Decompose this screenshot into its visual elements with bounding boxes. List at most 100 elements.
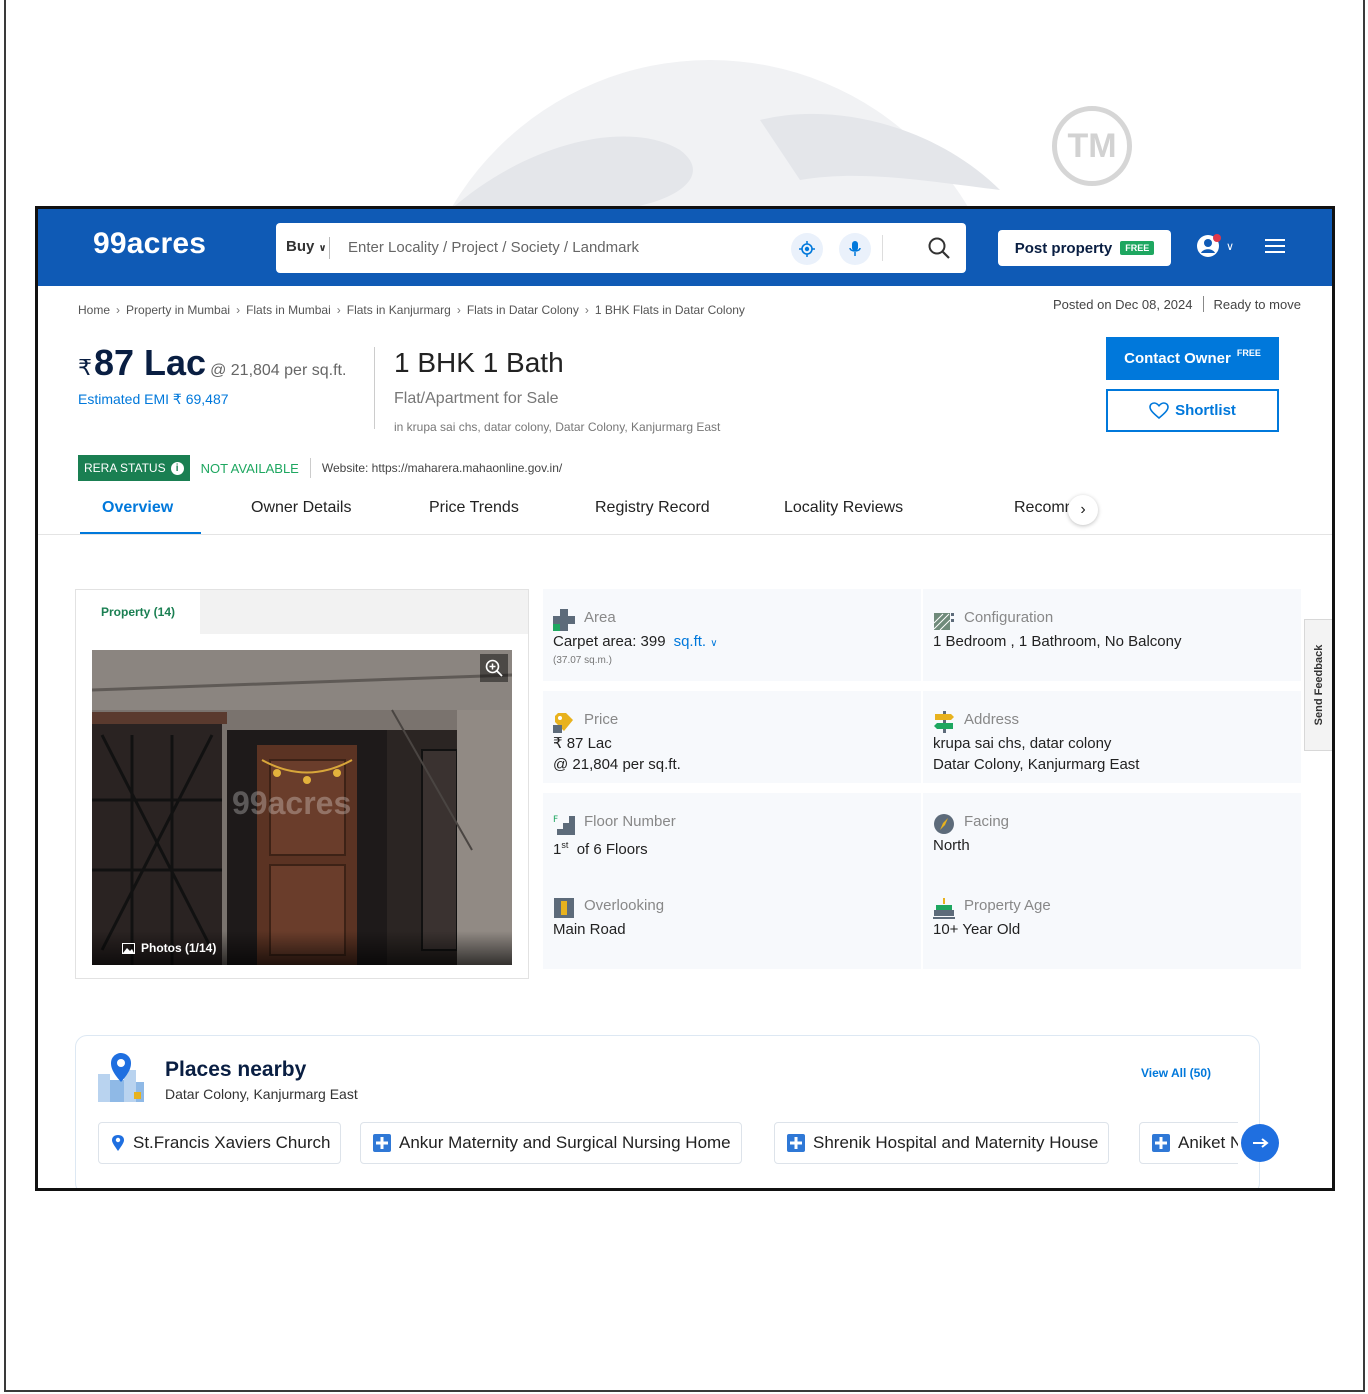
buy-label: Buy <box>286 238 315 255</box>
places-chip-list: St.Francis Xaviers Church Ankur Maternit… <box>98 1122 1238 1166</box>
browser-frame: 99acres Buy ∨ Enter Locality / Project /… <box>35 206 1335 1191</box>
floor-value-block: 1st of 6 Floors <box>553 835 648 860</box>
price-tag-icon <box>553 713 573 733</box>
breadcrumb-link[interactable]: Home <box>78 303 110 317</box>
tab-registry-record[interactable]: Registry Record <box>595 499 710 517</box>
area-unit-dropdown[interactable]: sq.ft. ∨ <box>674 633 718 650</box>
hamburger-menu-icon[interactable] <box>1263 236 1287 260</box>
address-line-2: Datar Colony, Kanjurmarg East <box>933 756 1140 773</box>
property-type: Flat/Apartment for Sale <box>394 390 559 407</box>
microphone-icon <box>849 241 861 256</box>
tabs-next-button[interactable]: › <box>1068 495 1098 525</box>
total-floors: of 6 Floors <box>576 841 648 858</box>
tab-price-trends[interactable]: Price Trends <box>429 499 519 517</box>
tab-property-photos[interactable]: Property (14) <box>76 590 200 634</box>
buy-dropdown[interactable]: Buy ∨ <box>286 238 327 255</box>
signpost-icon <box>934 711 954 733</box>
photo-count-label: Photos (1/14) <box>141 941 217 955</box>
tab-owner-details[interactable]: Owner Details <box>251 499 351 517</box>
breadcrumb-current: 1 BHK Flats in Datar Colony <box>594 303 745 317</box>
search-button[interactable] <box>924 233 954 263</box>
price-per-sqft: @ 21,804 per sq.ft. <box>210 362 347 379</box>
price-per-sqft-detail: @ 21,804 per sq.ft. <box>553 756 681 773</box>
detail-property-age: Property Age 10+ Year Old <box>923 877 1301 969</box>
shortlist-button[interactable]: Shortlist <box>1106 389 1279 432</box>
divider <box>1202 296 1204 312</box>
rera-status-badge: RERA STATUS i <box>78 455 190 481</box>
breadcrumb-link[interactable]: Flats in Datar Colony <box>467 303 579 317</box>
search-icon <box>928 237 950 259</box>
breadcrumb-link[interactable]: Property in Mumbai <box>126 303 230 317</box>
price-block: ₹ 87 Lac @ 21,804 per sq.ft. <box>78 342 346 384</box>
photo-counter[interactable]: Photos (1/14) <box>92 931 512 965</box>
price-total: ₹ 87 Lac <box>553 735 612 752</box>
breadcrumb-link[interactable]: Flats in Mumbai <box>246 303 331 317</box>
address-line-1: krupa sai chs, datar colony <box>933 735 1112 752</box>
floor-ordinal: st <box>561 840 569 850</box>
send-feedback-button[interactable]: Send Feedback <box>1304 619 1332 751</box>
configuration-icon <box>933 613 954 631</box>
emi-link[interactable]: Estimated EMI ₹ 69,487 <box>78 391 229 408</box>
zoom-button[interactable] <box>480 654 508 682</box>
area-label: Area <box>584 609 616 626</box>
places-nearby-card: Places nearby Datar Colony, Kanjurmarg E… <box>75 1035 1279 1188</box>
city-location-icon <box>98 1053 144 1102</box>
places-title: Places nearby <box>165 1058 307 1081</box>
search-bar: Buy ∨ <box>276 223 966 273</box>
property-photo[interactable]: 99acres Photos (1/14) <box>92 650 512 965</box>
places-next-button[interactable] <box>1241 1124 1279 1162</box>
place-chip[interactable]: St.Francis Xaviers Church <box>98 1122 342 1164</box>
post-property-label: Post property <box>1014 239 1113 257</box>
tab-locality-reviews[interactable]: Locality Reviews <box>784 499 903 517</box>
overlooking-label: Overlooking <box>584 897 665 914</box>
tab-recommendations[interactable]: Recommendations <box>1014 499 1069 517</box>
detail-overlooking: Overlooking Main Road <box>543 877 921 969</box>
configuration-value: 1 Bedroom , 1 Bathroom, No Balcony <box>933 633 1182 650</box>
property-address: in krupa sai chs, datar colony, Datar Co… <box>394 420 721 434</box>
place-chip[interactable]: Shrenik Hospital and Maternity House <box>774 1122 1110 1164</box>
hospital-cross-icon <box>373 1134 391 1152</box>
facing-label: Facing <box>964 813 1010 830</box>
view-all-link[interactable]: View All (50) <box>1141 1066 1211 1080</box>
property-age-value: 10+ Year Old <box>933 921 1021 938</box>
breadcrumb-separator: › <box>116 303 121 317</box>
posted-info: Posted on Dec 08, 2024 Ready to move <box>1053 296 1301 312</box>
configuration-label: Configuration <box>964 609 1054 626</box>
info-icon[interactable]: i <box>170 461 184 475</box>
overlooking-value: Main Road <box>553 921 626 938</box>
area-icon <box>553 609 575 631</box>
breadcrumb-separator: › <box>584 303 589 317</box>
detail-address: Address krupa sai chs, datar colony Data… <box>923 691 1301 783</box>
user-menu-button[interactable]: ∨ <box>1196 231 1246 261</box>
location-target-icon <box>799 241 815 257</box>
divider <box>374 347 375 429</box>
facing-value: North <box>933 837 970 854</box>
tab-overview[interactable]: Overview <box>102 499 173 517</box>
send-feedback-label: Send Feedback <box>1312 644 1325 726</box>
locate-me-button[interactable] <box>791 233 823 265</box>
user-avatar-icon <box>1197 234 1221 257</box>
places-subtitle: Datar Colony, Kanjurmarg East <box>165 1086 358 1102</box>
place-name: Ankur Maternity and Surgical Nursing Hom… <box>399 1133 731 1152</box>
place-chip[interactable]: Ankur Maternity and Surgical Nursing Hom… <box>360 1122 742 1164</box>
top-header: 99acres Buy ∨ Enter Locality / Project /… <box>38 209 1332 286</box>
voice-search-button[interactable] <box>839 233 871 265</box>
rupee-symbol: ₹ <box>78 355 92 380</box>
search-input[interactable] <box>348 239 768 256</box>
place-name: Aniket Nursing Home <box>1178 1133 1238 1152</box>
cake-icon <box>933 898 955 919</box>
price-value: 87 Lac <box>94 342 207 383</box>
address-value-block: krupa sai chs, datar colony Datar Colony… <box>933 733 1139 775</box>
rera-website[interactable]: Website: https://maharera.mahaonline.gov… <box>322 461 562 475</box>
post-property-button[interactable]: Post property FREE <box>998 230 1171 266</box>
price-label: Price <box>584 711 619 728</box>
breadcrumb-link[interactable]: Flats in Kanjurmarg <box>347 303 451 317</box>
floor-label: Floor Number <box>584 813 676 830</box>
heart-icon <box>1149 401 1169 419</box>
place-name: St.Francis Xaviers Church <box>133 1133 331 1152</box>
contact-owner-button[interactable]: Contact Owner FREE <box>1106 337 1279 380</box>
property-title: 1 BHK 1 Bath <box>394 347 564 378</box>
posted-date: Posted on Dec 08, 2024 <box>1053 296 1193 312</box>
site-logo[interactable]: 99acres <box>93 227 206 261</box>
place-chip[interactable]: Aniket Nursing Home <box>1139 1122 1238 1164</box>
